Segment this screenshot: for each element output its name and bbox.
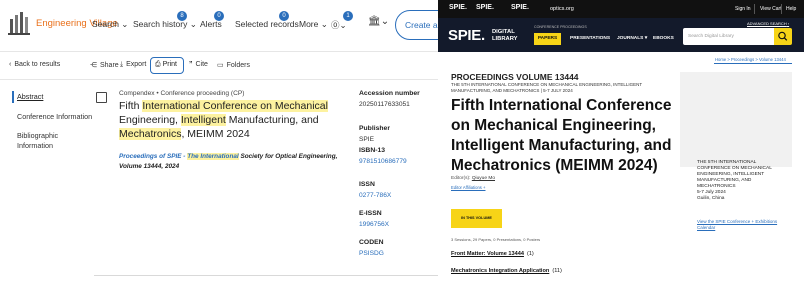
detail-label: Publisher — [359, 125, 390, 132]
cite-button[interactable]: ” Cite — [189, 61, 208, 68]
create-account-button[interactable]: Create acc — [395, 10, 438, 40]
spie-logo[interactable]: SPIE. — [448, 27, 485, 44]
search-input[interactable]: Search Digital Library — [683, 28, 783, 45]
help-link[interactable]: Help — [786, 6, 796, 12]
breadcrumb[interactable]: Home > Proceedings > Volume 13444 — [715, 57, 786, 62]
alerts-badge: 0 — [214, 11, 224, 21]
nav-search-history[interactable]: Search history ⌄ — [133, 19, 197, 30]
chevron-down-icon: ▾ — [644, 36, 648, 41]
section-link[interactable]: Mechatronics Integration Application (11) — [451, 268, 562, 274]
help-icon[interactable]: ⓪⌄ — [331, 19, 347, 31]
back-to-results-link[interactable]: ‹ Back to results — [9, 61, 60, 68]
sidebar-active-indicator — [12, 91, 14, 103]
view-cart-link[interactable]: View Cart — [760, 6, 782, 12]
export-button[interactable]: ⤓ Export — [120, 61, 146, 69]
nav-presentations[interactable]: PRESENTATIONS — [570, 36, 610, 41]
nav-search[interactable]: Search ⌄ — [92, 19, 128, 30]
folder-icon: ▭ — [217, 62, 224, 69]
title-text: Engineering, — [119, 114, 181, 126]
detail-label: E-ISSN — [359, 210, 382, 217]
page-title: Fifth International Conference on Mechan… — [451, 97, 672, 174]
title-text: Fifth — [119, 100, 143, 112]
institution-icon[interactable]: 🏛⌄ — [368, 16, 389, 27]
print-button[interactable]: ⎙ Print — [150, 57, 184, 74]
printer-icon: ⎙ — [155, 61, 161, 68]
download-icon: ⤓ — [120, 61, 124, 68]
divider — [781, 4, 782, 14]
divider — [714, 63, 792, 64]
spie-link[interactable]: SPIE. — [449, 4, 467, 11]
help-badge: 1 — [343, 11, 353, 21]
search-icon — [778, 31, 788, 41]
quote-icon: ” — [189, 61, 193, 68]
conference-subtitle: THE 5TH INTERNATIONAL CONFERENCE ON MECH… — [451, 82, 643, 93]
spie-panel: SPIE. SPIE. SPIE. optics.org Sign In Vie… — [438, 0, 804, 284]
conference-info-line: Guilin, China — [697, 196, 725, 201]
spie-link[interactable]: SPIE. — [476, 4, 494, 11]
detail-label: CODEN — [359, 239, 384, 246]
editor-affiliations-toggle[interactable]: Editor Affiliations + — [451, 185, 486, 190]
highlighted-term: Mechatronics — [119, 128, 182, 140]
nav-selected-records[interactable]: Selected records — [235, 19, 299, 29]
record-publication: Proceedings of SPIE - The International … — [119, 153, 338, 170]
share-icon: ⋲ — [90, 62, 97, 69]
nav-journals[interactable]: JOURNALS ▾ — [617, 36, 647, 41]
nav-papers[interactable]: PAPERS — [534, 33, 561, 45]
detail-label: Accession number — [359, 90, 420, 97]
ev-logo-icon[interactable] — [8, 9, 30, 37]
title-text: , MEIMM 2024 — [181, 128, 250, 140]
detail-value: SPIE — [359, 136, 375, 143]
spie-logo-sub: DIGITAL LIBRARY — [492, 29, 518, 42]
record-select-checkbox[interactable] — [96, 92, 107, 103]
spie-nav: SPIE. DIGITAL LIBRARY CONFERENCE PROCEEDI… — [438, 18, 804, 52]
divider — [94, 275, 438, 276]
editors: Editor(s): Qiuyue Mo — [451, 176, 496, 181]
detail-value: 20250117633051 — [359, 101, 410, 108]
advanced-search-link[interactable]: ADVANCED SEARCH › — [747, 21, 789, 26]
highlighted-term: Intelligent — [180, 114, 226, 126]
chevron-left-icon: ‹ — [9, 61, 12, 68]
sidebar-item-bibliographic-information[interactable]: Bibliographic Information — [17, 131, 87, 151]
section-link[interactable]: Front Matter: Volume 13444 (1) — [451, 251, 534, 257]
nav-ebooks[interactable]: EBOOKS — [653, 36, 674, 41]
ev-toolbar: ‹ Back to results ⋲ Share ⤓ Export ⎙ Print … — [0, 52, 438, 80]
detail-label: ISBN-13 — [359, 147, 386, 154]
record-title: Fifth International Conference on Mechan… — [119, 99, 349, 141]
sidebar-item-abstract[interactable]: Abstract — [17, 92, 43, 102]
editor-link[interactable]: Qiuyue Mo — [472, 176, 495, 181]
optics-org-link[interactable]: optics.org — [550, 6, 574, 12]
engineering-village-panel: Engineering Village Search ⌄ Search hist… — [0, 0, 438, 284]
share-button[interactable]: ⋲ Share — [90, 61, 119, 69]
nav-more[interactable]: More ⌄ — [299, 19, 328, 30]
search-button[interactable] — [774, 28, 792, 45]
divider — [754, 4, 755, 14]
conference-info-box: THE 5TH INTERNATIONAL CONFERENCE ON MECHA… — [680, 72, 792, 230]
detail-label: ISSN — [359, 181, 375, 188]
selected-records-badge: 0 — [279, 11, 289, 21]
title-text: Manufacturing, and — [225, 114, 319, 126]
detail-value[interactable]: 9781510686779 — [359, 158, 407, 165]
search-history-badge: 8 — [177, 11, 187, 21]
conference-info-text: THE 5TH INTERNATIONAL CONFERENCE ON MECHA… — [697, 160, 792, 202]
conference-proceedings-label: CONFERENCE PROCEEDINGS — [534, 25, 587, 29]
spie-topbar: SPIE. SPIE. SPIE. optics.org Sign In Vie… — [438, 0, 804, 18]
spie-link[interactable]: SPIE. — [511, 4, 529, 11]
ev-header: Engineering Village Search ⌄ Search hist… — [0, 0, 438, 52]
highlighted-term: International Conference on Mechanical — [142, 100, 328, 112]
calendar-link[interactable]: View the SPIE Conference + Exhibitions C… — [697, 219, 785, 231]
in-this-volume-tab[interactable]: IN THIS VOLUME — [451, 209, 502, 228]
sidebar-item-conference-information[interactable]: Conference Information — [17, 112, 92, 122]
detail-value[interactable]: 0277-786X — [359, 192, 391, 199]
detail-value[interactable]: PSISDG — [359, 250, 384, 257]
proceedings-volume: PROCEEDINGS VOLUME 13444 — [451, 72, 579, 82]
detail-value[interactable]: 1996756X — [359, 221, 389, 228]
sign-in-link[interactable]: Sign In — [735, 6, 751, 12]
folders-button[interactable]: ▭ Folders — [217, 61, 250, 69]
volume-counts: 3 Sessions, 29 Papers, 0 Presentations, … — [451, 237, 541, 242]
record-meta: Compendex • Conference proceeding (CP) — [119, 90, 245, 97]
